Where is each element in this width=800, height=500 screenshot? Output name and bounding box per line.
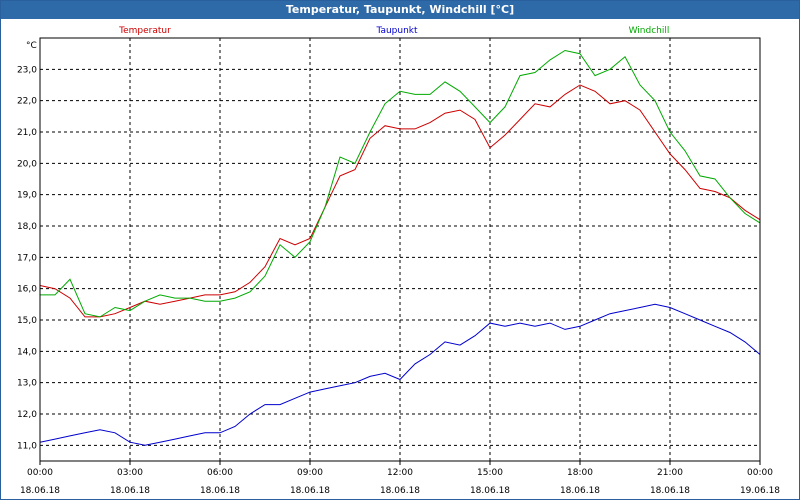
y-tick-label: 14,0 <box>17 347 37 357</box>
y-tick-label: 22,0 <box>17 97 37 107</box>
x-tick-date: 18.06.18 <box>20 486 60 496</box>
legend-entry-windchill: Windchill <box>629 26 670 36</box>
x-tick-time: 21:00 <box>657 468 683 478</box>
y-tick-label: 12,0 <box>17 410 37 420</box>
x-tick-date: 18.06.18 <box>380 486 420 496</box>
y-tick-label: 16,0 <box>17 285 37 295</box>
x-tick-time: 15:00 <box>477 468 503 478</box>
x-tick-date: 18.06.18 <box>200 486 240 496</box>
y-tick-label: 23,0 <box>17 65 37 75</box>
y-tick-label: 17,0 <box>17 253 37 263</box>
x-tick-date: 18.06.18 <box>290 486 330 496</box>
x-tick-time: 18:00 <box>567 468 593 478</box>
y-tick-label: 11,0 <box>17 441 37 451</box>
y-axis-unit-label: °C <box>26 41 37 51</box>
y-tick-label: 19,0 <box>17 191 37 201</box>
legend-entry-temperatur: Temperatur <box>118 26 171 36</box>
x-tick-date: 18.06.18 <box>470 486 510 496</box>
y-tick-label: 21,0 <box>17 128 37 138</box>
x-tick-time: 00:00 <box>27 468 53 478</box>
x-tick-time: 06:00 <box>207 468 233 478</box>
y-tick-label: 15,0 <box>17 316 37 326</box>
legend-entry-taupunkt: Taupunkt <box>375 26 418 36</box>
tick-labels: 11,0 12,0 13,0 14,0 15,0 16,0 17,0 18,0 19,0 20,0… <box>17 65 780 496</box>
x-tick-date: 18.06.18 <box>650 486 690 496</box>
x-tick-date: 18.06.18 <box>560 486 600 496</box>
gridlines <box>39 38 761 465</box>
y-tick-label: 20,0 <box>17 159 37 169</box>
x-tick-time: 00:00 <box>747 468 773 478</box>
y-tick-label: 13,0 <box>17 379 37 389</box>
legend: Temperatur Taupunkt Windchill <box>118 26 669 36</box>
x-tick-date: 19.06.18 <box>740 486 780 496</box>
line-chart: 11,0 12,0 13,0 14,0 15,0 16,0 17,0 18,0 19,0 20,0… <box>17 26 780 496</box>
x-tick-date: 18.06.18 <box>110 486 150 496</box>
x-tick-time: 12:00 <box>387 468 413 478</box>
x-tick-time: 03:00 <box>117 468 143 478</box>
y-tick-label: 18,0 <box>17 222 37 232</box>
x-tick-time: 09:00 <box>297 468 323 478</box>
